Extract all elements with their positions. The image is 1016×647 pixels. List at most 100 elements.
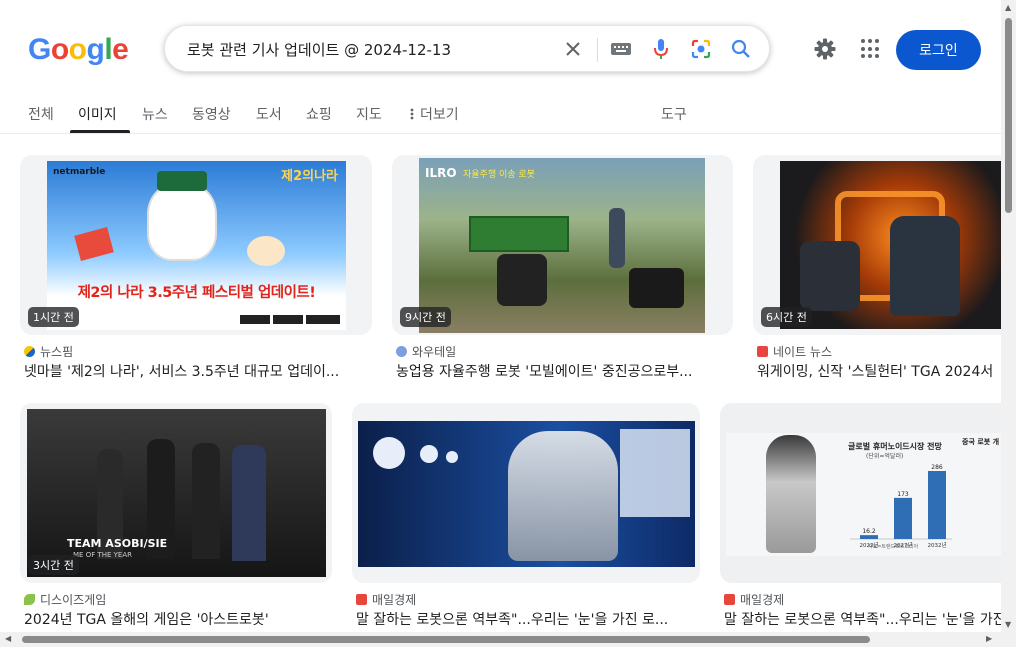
robot-illustration [497,254,547,306]
tracked-robot-illustration [629,268,684,308]
chart-bar [860,535,878,539]
scroll-down-arrow[interactable]: ▼ [1005,620,1011,629]
logo-letter: l [104,33,113,66]
gear-icon[interactable] [812,36,838,62]
search-box[interactable]: 로봇 관련 기사 업데이트 @ 2024-12-13 [164,25,770,72]
apps-grid-icon[interactable] [858,36,884,62]
humanoid-robot-illustration [766,435,816,553]
search-input[interactable]: 로봇 관련 기사 업데이트 @ 2024-12-13 [187,39,451,60]
source-name: 뉴스핌 [40,345,74,359]
result-source: 네이트 뉴스 [757,343,832,360]
humanoid-robot-illustration [508,431,618,561]
chart-value-label: 286 [931,464,943,471]
chart-category-label: 2032년 [927,541,946,549]
mech-illustration [890,216,960,316]
clear-icon[interactable] [561,37,585,61]
bubble-chart-mark [420,445,438,463]
result-thumbnail[interactable] [352,403,700,583]
result-source: 디스이즈게임 [24,591,106,608]
game-logo-text: 제2의나라 [281,169,338,184]
horizontal-scroll-thumb[interactable] [22,636,870,643]
time-badge: 1시간 전 [28,307,79,327]
result-title[interactable]: 농업용 자율주행 로봇 '모빌에이트' 중진공으로부... [396,361,726,381]
bubble-chart-mark [373,437,405,469]
login-button[interactable]: 로그인 [896,30,981,70]
mech-illustration [800,241,860,311]
tab-more[interactable]: 더보기 [410,104,459,124]
search-icon[interactable] [729,37,753,61]
horizontal-scrollbar[interactable]: ◀ ▶ [0,632,1016,647]
result-thumbnail[interactable]: 글로벌 휴머노이드시장 전망 (단위=억달러) 16.2 2022년 173 2027… [720,403,1013,583]
result-title[interactable]: 워게이밍, 신작 '스틸헌터' TGA 2024서 [757,361,1001,381]
result-title[interactable]: 말 잘하는 로봇으론 역부족"...우리는 '눈'을 가진 [724,609,1001,629]
vertical-scrollbar[interactable]: ▲ ▼ [1001,0,1016,632]
keyboard-icon[interactable] [609,37,633,61]
crate-illustration [469,216,569,252]
source-name: 매일경제 [372,593,417,607]
result-thumbnail[interactable]: 6시간 전 [753,155,1013,335]
tab-shopping[interactable]: 쇼핑 [306,104,332,124]
tab-news[interactable]: 뉴스 [142,104,168,124]
source-favicon [24,346,35,357]
source-favicon [24,594,35,605]
active-tab-indicator [70,130,130,133]
brand-text: netmarble [53,167,106,177]
result-source: 뉴스핌 [24,343,73,360]
google-lens-icon[interactable] [689,37,713,61]
result-title[interactable]: 2024년 TGA 올해의 게임은 '아스트로봇' [24,609,334,629]
source-name: 매일경제 [740,593,785,607]
result-source: 매일경제 [724,591,784,608]
tab-books[interactable]: 도서 [256,104,282,124]
chart-bar [928,471,946,539]
time-badge: 3시간 전 [28,555,79,575]
result-thumbnail[interactable]: TEAM ASOBI/SIE ME OF THE YEAR 3시간 전 [20,403,332,583]
result-thumbnail[interactable]: ILRO 자율주행 이송 로봇 9시간 전 [392,155,733,335]
snowman-illustration [147,183,217,261]
more-vert-icon [410,108,414,120]
result-thumbnail[interactable]: netmarble 제2의나라 제2의 나라 3.5주년 페스티벌 업데이트! … [20,155,372,335]
scroll-up-arrow[interactable]: ▲ [1005,3,1011,12]
vertical-scroll-thumb[interactable] [1005,18,1012,213]
source-favicon [724,594,735,605]
store-badges [240,315,340,324]
promo-headline: 제2의 나라 3.5주년 페스티벌 업데이트! [77,285,316,301]
chart-value-label: 16.2 [862,528,876,535]
overlay-subtext: ME OF THE YEAR [73,551,132,559]
info-panel [620,429,690,517]
tab-videos[interactable]: 동영상 [192,104,231,124]
overlay-text: TEAM ASOBI/SIE [67,537,168,550]
chart-source: 자료=트렌드포스코리아 [868,544,919,550]
bubble-chart-mark [446,451,458,463]
brand-text: ILRO [425,166,457,180]
source-favicon [356,594,367,605]
scroll-left-arrow[interactable]: ◀ [5,634,11,643]
logo-letter: o [68,33,87,66]
source-name: 와우테일 [412,345,457,359]
tab-images[interactable]: 이미지 [78,104,117,124]
chart-bar [894,497,912,539]
time-badge: 9시간 전 [400,307,451,327]
result-source: 와우테일 [396,343,456,360]
microphone-icon[interactable] [649,37,673,61]
result-source: 매일경제 [356,591,416,608]
result-title[interactable]: 말 잘하는 로봇으론 역부족"...우리는 '눈'을 가진 로... [356,609,696,629]
google-logo[interactable]: Google [28,33,129,67]
source-favicon [757,346,768,357]
tools-button[interactable]: 도구 [661,104,687,124]
scroll-right-arrow[interactable]: ▶ [986,634,992,643]
logo-letter: g [86,33,105,66]
tab-maps[interactable]: 지도 [356,104,382,124]
logo-letter: o [50,33,69,66]
caption-text: 자율주행 이송 로봇 [463,170,535,180]
tab-all[interactable]: 전체 [28,104,54,124]
character-illustration [247,236,285,266]
source-name: 네이트 뉴스 [773,345,833,359]
result-title[interactable]: 넷마블 '제2의 나라', 서비스 3.5주년 대규모 업데이... [24,361,364,381]
divider [597,38,598,62]
logo-letter: e [112,33,129,66]
person-illustration [192,443,220,559]
gift-illustration [74,227,114,261]
source-favicon [396,346,407,357]
chart-value-label: 173 [897,491,909,498]
search-tabs: 전체 이미지 뉴스 동영상 도서 쇼핑 지도 더보기 도구 [0,92,1001,134]
